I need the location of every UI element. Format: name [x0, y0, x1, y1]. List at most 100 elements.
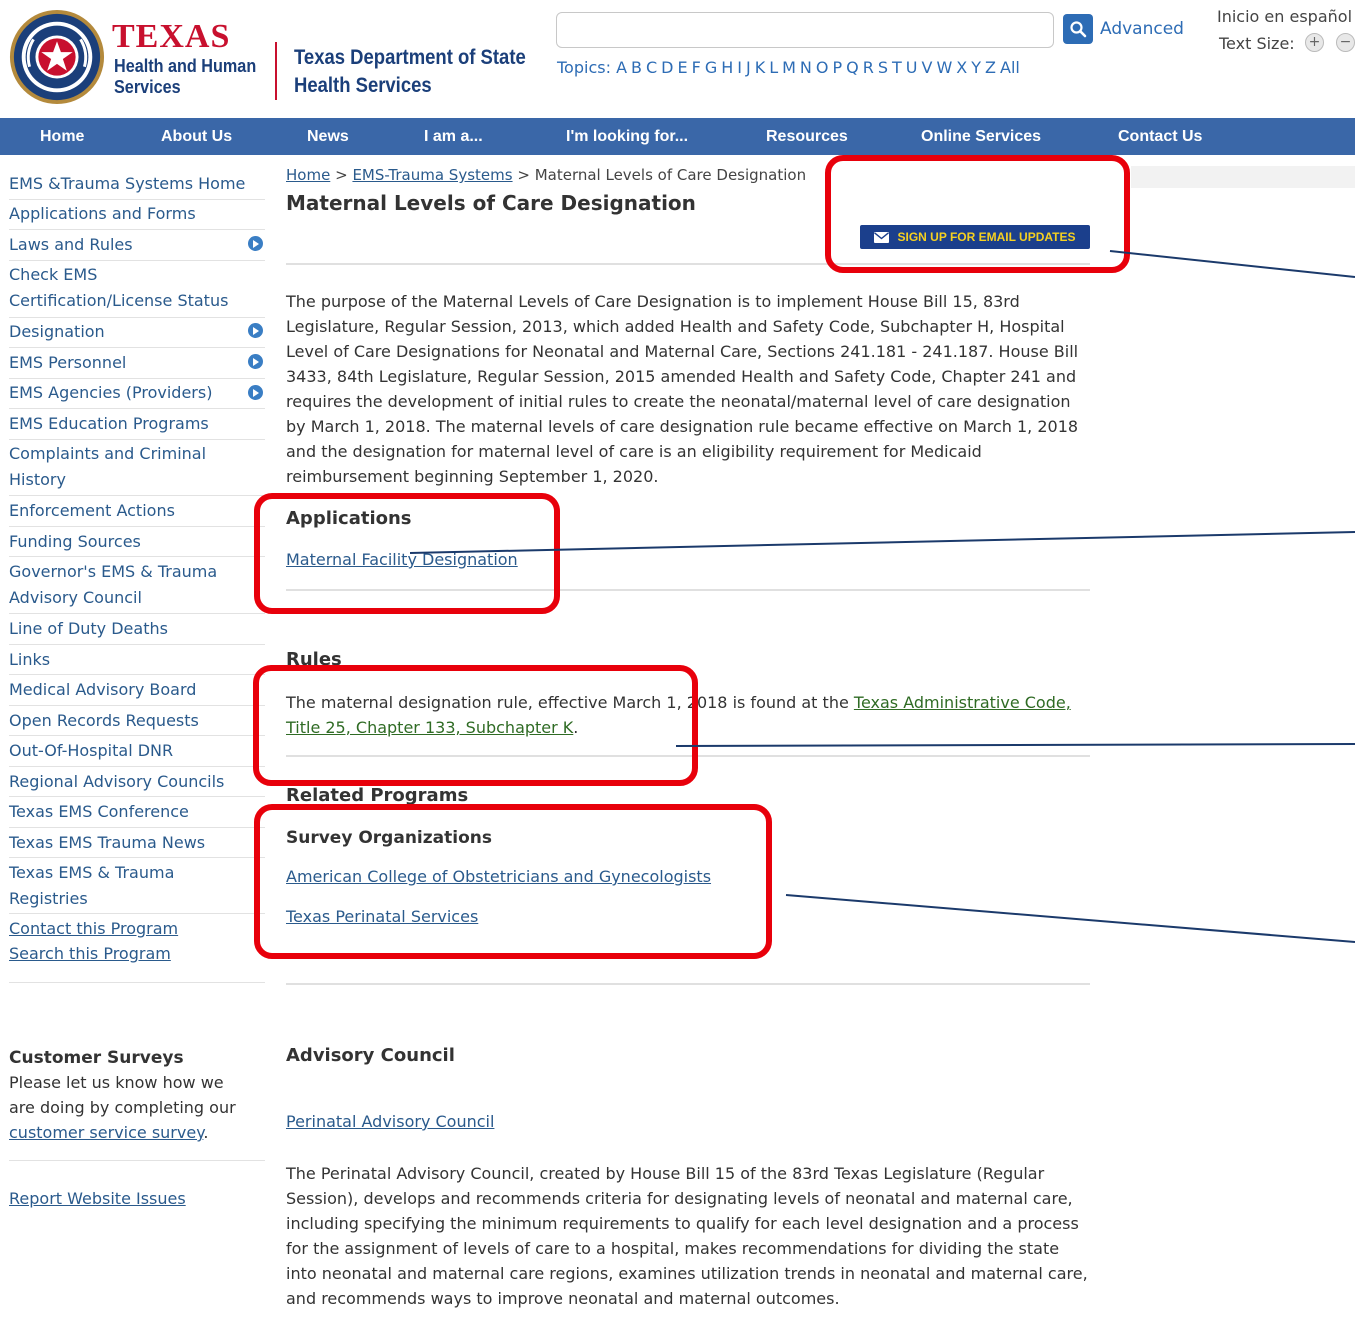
- topic-letter-m[interactable]: M: [782, 58, 796, 77]
- advisory-paragraph: The Perinatal Advisory Council, created …: [286, 1164, 1088, 1308]
- sidebar-item-ems-conference[interactable]: Texas EMS Conference: [9, 799, 267, 825]
- topic-letter-n[interactable]: N: [800, 58, 812, 77]
- sidebar-item-enforcement[interactable]: Enforcement Actions: [9, 498, 267, 524]
- topic-letter-p[interactable]: P: [832, 58, 842, 77]
- customer-survey-link[interactable]: customer service survey: [9, 1123, 203, 1142]
- nav-home[interactable]: Home: [40, 118, 84, 155]
- nav-online-services[interactable]: Online Services: [921, 118, 1041, 155]
- topic-letter-all[interactable]: All: [1000, 58, 1020, 77]
- perinatal-advisory-council-link[interactable]: Perinatal Advisory Council: [286, 1112, 494, 1131]
- topic-letter-r[interactable]: R: [863, 58, 874, 77]
- topic-letter-z[interactable]: Z: [985, 58, 996, 77]
- advanced-search-link[interactable]: Advanced: [1100, 19, 1184, 39]
- main-nav: Home About Us News I am a... I'm looking…: [0, 118, 1355, 155]
- search-program-link[interactable]: Search this Program: [9, 941, 267, 967]
- sidebar-item-registries[interactable]: Texas EMS & Trauma Registries: [9, 860, 209, 912]
- sidebar-item-ems-education[interactable]: EMS Education Programs: [9, 411, 267, 437]
- contact-program-link[interactable]: Contact this Program: [9, 916, 267, 942]
- topic-letter-f[interactable]: F: [692, 58, 701, 77]
- topic-letter-k[interactable]: K: [755, 58, 766, 77]
- topic-letter-x[interactable]: X: [956, 58, 967, 77]
- annotation-highlight-rules: [253, 665, 698, 786]
- sidebar-divider: [9, 705, 265, 706]
- logo-hhs-line1: Health and Human: [114, 56, 257, 76]
- topic-letter-c[interactable]: C: [646, 58, 657, 77]
- text-size-increase-button[interactable]: +: [1305, 33, 1324, 52]
- right-column-band: [1131, 166, 1355, 188]
- topic-letter-a[interactable]: A: [616, 58, 627, 77]
- sidebar-item-ems-trauma-home[interactable]: EMS &Trauma Systems Home: [9, 171, 267, 197]
- sidebar-item-ohdnr[interactable]: Out-Of-Hospital DNR: [9, 738, 267, 764]
- logo-dshs-line1: Texas Department of State: [294, 46, 526, 69]
- nav-looking-for[interactable]: I'm looking for...: [566, 118, 688, 155]
- report-website-issues-link[interactable]: Report Website Issues: [9, 1186, 267, 1212]
- sidebar-item-governors-council[interactable]: Governor's EMS & Trauma Advisory Council: [9, 559, 239, 611]
- topic-letter-t[interactable]: T: [892, 58, 902, 77]
- sidebar-item-regional-councils[interactable]: Regional Advisory Councils: [9, 769, 267, 795]
- topic-letter-g[interactable]: G: [705, 58, 717, 77]
- nav-contact-us[interactable]: Contact Us: [1118, 118, 1202, 155]
- texas-hhs-seal-logo[interactable]: [8, 8, 106, 106]
- sidebar-divider: [9, 229, 265, 230]
- nav-i-am-a[interactable]: I am a...: [424, 118, 483, 155]
- topic-letter-d[interactable]: D: [661, 58, 673, 77]
- topics-label: Topics:: [557, 58, 611, 77]
- spanish-home-link[interactable]: Inicio en español: [1217, 7, 1352, 26]
- sidebar-item-medical-advisory[interactable]: Medical Advisory Board: [9, 677, 267, 703]
- search-input[interactable]: [556, 12, 1054, 48]
- nav-about-us[interactable]: About Us: [161, 118, 232, 155]
- sidebar-item-funding[interactable]: Funding Sources: [9, 529, 267, 555]
- sidebar-item-ems-agencies[interactable]: EMS Agencies (Providers): [9, 380, 267, 406]
- annotation-highlight-survey: [254, 804, 772, 959]
- nav-resources[interactable]: Resources: [766, 118, 848, 155]
- expand-arrow-icon[interactable]: [248, 385, 263, 400]
- text-size-decrease-button[interactable]: −: [1336, 33, 1355, 52]
- nav-news[interactable]: News: [307, 118, 349, 155]
- logo-divider: [275, 42, 277, 100]
- sidebar-divider: [9, 827, 265, 828]
- search-button[interactable]: [1063, 14, 1093, 44]
- sidebar-divider: [9, 439, 265, 440]
- topic-letter-h[interactable]: H: [721, 58, 733, 77]
- intro-paragraph: The purpose of the Maternal Levels of Ca…: [286, 292, 1079, 486]
- expand-arrow-icon[interactable]: [248, 354, 263, 369]
- topic-letter-u[interactable]: U: [906, 58, 918, 77]
- sidebar-divider: [9, 674, 265, 675]
- sidebar-item-designation[interactable]: Designation: [9, 319, 267, 345]
- sidebar-item-applications-forms[interactable]: Applications and Forms: [9, 201, 267, 227]
- sidebar-divider: [9, 556, 265, 557]
- topic-letter-i[interactable]: I: [737, 58, 742, 77]
- topic-letter-o[interactable]: O: [816, 58, 829, 77]
- expand-arrow-icon[interactable]: [248, 323, 263, 338]
- sidebar-item-laws-rules[interactable]: Laws and Rules: [9, 232, 267, 258]
- sidebar-item-complaints[interactable]: Complaints and Criminal History: [9, 441, 239, 493]
- sidebar-item-links[interactable]: Links: [9, 647, 267, 673]
- topic-letter-s[interactable]: S: [878, 58, 888, 77]
- sidebar-item-check-ems-status[interactable]: Check EMS Certification/License Status: [9, 262, 254, 314]
- topic-letter-j[interactable]: J: [746, 58, 751, 77]
- breadcrumb: Home > EMS-Trauma Systems > Maternal Lev…: [286, 166, 806, 184]
- sidebar-divider: [9, 982, 265, 983]
- topic-letter-v[interactable]: V: [922, 58, 933, 77]
- sidebar-item-line-of-duty[interactable]: Line of Duty Deaths: [9, 616, 267, 642]
- sidebar-item-ems-trauma-news[interactable]: Texas EMS Trauma News: [9, 830, 267, 856]
- breadcrumb-ems-trauma[interactable]: EMS-Trauma Systems: [352, 166, 512, 184]
- topic-letter-e[interactable]: E: [678, 58, 688, 77]
- logo-dshs-text[interactable]: Texas Department of State Health Service…: [294, 44, 526, 100]
- sidebar-divider: [9, 495, 265, 496]
- sidebar-item-open-records[interactable]: Open Records Requests: [9, 708, 267, 734]
- topic-letter-l[interactable]: L: [769, 58, 778, 77]
- breadcrumb-current: Maternal Levels of Care Designation: [534, 166, 807, 184]
- advisory-council-heading: Advisory Council: [286, 1045, 455, 1066]
- logo-dshs-line2: Health Services: [294, 74, 432, 97]
- topic-letter-y[interactable]: Y: [971, 58, 981, 77]
- topic-letter-w[interactable]: W: [936, 58, 952, 77]
- sidebar-item-ems-personnel[interactable]: EMS Personnel: [9, 350, 267, 376]
- callout-line: [1109, 250, 1355, 278]
- expand-arrow-icon[interactable]: [248, 236, 263, 251]
- sidebar-divider: [9, 408, 265, 409]
- header: TEXAS Health and Human Services Texas De…: [0, 0, 1355, 118]
- breadcrumb-home[interactable]: Home: [286, 166, 330, 184]
- topic-letter-b[interactable]: B: [631, 58, 642, 77]
- topic-letter-q[interactable]: Q: [846, 58, 859, 77]
